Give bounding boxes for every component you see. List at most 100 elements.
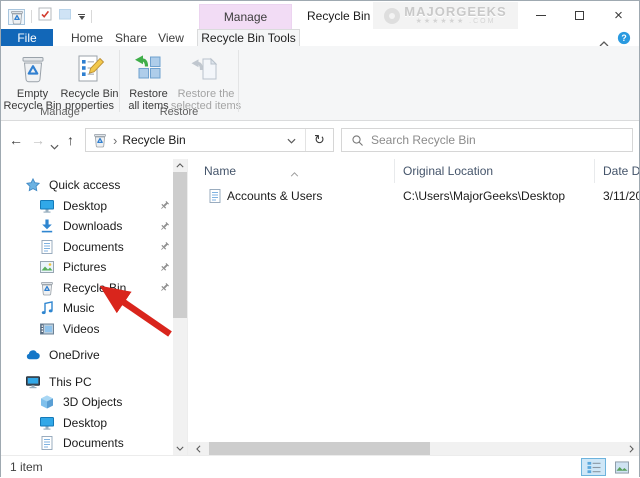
sidebar-item-downloads[interactable]: Downloads	[1, 216, 173, 237]
help-icon[interactable]: ?	[617, 31, 631, 45]
qat-new-folder-icon[interactable]	[58, 7, 72, 26]
onedrive-icon	[25, 347, 41, 363]
sidebar-item-documents-pc[interactable]: Documents	[1, 433, 173, 454]
minimize-button[interactable]	[521, 2, 560, 28]
sidebar-item-label: Music	[63, 301, 94, 315]
large-icons-view-icon	[614, 461, 630, 474]
sidebar-item-3d-objects[interactable]: 3D Objects	[1, 392, 173, 413]
tab-share[interactable]: Share	[111, 29, 151, 46]
scrollbar-thumb[interactable]	[209, 442, 430, 455]
tab-home[interactable]: Home	[63, 29, 111, 46]
qat-customize-dropdown[interactable]	[78, 14, 85, 20]
sidebar-item-quick-access[interactable]: Quick access	[1, 175, 173, 196]
column-header-name[interactable]: Name	[188, 159, 395, 183]
pin-icon	[159, 221, 170, 232]
pin-icon	[159, 241, 170, 252]
pin-icon	[159, 262, 170, 273]
maximize-button[interactable]	[560, 2, 599, 28]
empty-recycle-bin-icon	[17, 53, 49, 85]
this-pc-icon	[25, 374, 41, 390]
videos-icon	[39, 321, 55, 337]
quick-access-toolbar	[8, 7, 92, 26]
scroll-down-icon[interactable]	[173, 442, 187, 455]
window-title: Recycle Bin	[307, 9, 370, 23]
sidebar-item-label: Downloads	[63, 219, 122, 233]
breadcrumb[interactable]: › Recycle Bin	[86, 129, 305, 151]
column-header-date-deleted[interactable]: Date De	[595, 159, 639, 183]
button-label: Empty	[17, 88, 48, 100]
search-box[interactable]	[341, 128, 633, 152]
empty-recycle-bin-button[interactable]: Empty Recycle Bin	[5, 51, 60, 112]
sidebar-item-label: Recycle Bin	[63, 281, 126, 295]
desktop-icon	[39, 198, 55, 214]
window-controls: ×	[521, 2, 638, 28]
ribbon-group-label-restore: Restore	[119, 106, 239, 118]
watermark-subtext: ★★★★★★ .COM	[404, 18, 506, 26]
sidebar-item-label: OneDrive	[49, 348, 100, 362]
sidebar-item-recycle-bin[interactable]: Recycle Bin	[1, 278, 173, 299]
file-original-location: C:\Users\MajorGeeks\Desktop	[403, 189, 565, 203]
scroll-right-icon[interactable]	[624, 442, 639, 455]
sidebar-item-label: Desktop	[63, 199, 107, 213]
refresh-button[interactable]: ↻	[305, 129, 333, 151]
pictures-icon	[39, 259, 55, 275]
sidebar-item-label: Documents	[63, 240, 124, 254]
forward-button: →	[31, 132, 45, 148]
sidebar-item-onedrive[interactable]: OneDrive	[1, 345, 173, 366]
ribbon-group-separator	[119, 50, 120, 112]
close-icon: ×	[614, 8, 623, 23]
recycle-bin-properties-button[interactable]: Recycle Bin properties	[61, 51, 118, 112]
up-button[interactable]: ↑	[67, 132, 74, 148]
qat-separator	[91, 10, 92, 23]
downloads-icon	[39, 218, 55, 234]
majorgeeks-watermark: MAJORGEEKS ★★★★★★ .COM	[373, 2, 518, 29]
horizontal-scrollbar[interactable]	[188, 442, 639, 455]
sidebar-item-documents[interactable]: Documents	[1, 237, 173, 258]
breadcrumb-chevron-icon[interactable]: ›	[113, 133, 117, 148]
music-icon	[39, 300, 55, 316]
sidebar-item-music[interactable]: Music	[1, 298, 173, 319]
item-count: 1 item	[10, 460, 43, 474]
button-label: Recycle Bin	[60, 88, 118, 100]
contextual-tab-group-header[interactable]: Manage	[199, 4, 292, 29]
3d-objects-icon	[39, 394, 55, 410]
column-header-label: Original Location	[403, 164, 493, 178]
breadcrumb-location[interactable]: Recycle Bin	[122, 133, 185, 147]
file-row-accounts-users[interactable]: Accounts & Users C:\Users\MajorGeeks\Des…	[188, 186, 639, 206]
recent-locations-dropdown-icon[interactable]	[50, 137, 59, 155]
column-header-original-location[interactable]: Original Location	[395, 159, 595, 183]
close-button[interactable]: ×	[599, 2, 638, 28]
sidebar-item-this-pc[interactable]: This PC	[1, 372, 173, 393]
ribbon: Empty Recycle Bin Recycle Bin properties	[1, 46, 639, 121]
search-input[interactable]	[371, 133, 591, 147]
address-bar[interactable]: › Recycle Bin ↻	[85, 128, 334, 152]
sidebar-scrollbar[interactable]	[173, 159, 187, 455]
restore-all-items-button[interactable]: Restore all items	[123, 51, 174, 112]
tab-file[interactable]: File	[1, 29, 53, 46]
pin-icon	[159, 282, 170, 293]
large-icons-view-button[interactable]	[609, 458, 634, 476]
sidebar-item-label: Documents	[63, 436, 124, 450]
sidebar-item-pictures[interactable]: Pictures	[1, 257, 173, 278]
file-name[interactable]: Accounts & Users	[227, 189, 322, 203]
tab-recycle-bin-tools[interactable]: Recycle Bin Tools	[197, 29, 300, 46]
address-dropdown-icon[interactable]	[287, 133, 296, 147]
documents-icon	[39, 435, 55, 451]
scroll-up-icon[interactable]	[173, 159, 187, 172]
desktop-icon	[39, 415, 55, 431]
column-header-label: Name	[204, 164, 236, 178]
scroll-left-icon[interactable]	[190, 442, 206, 455]
restore-selected-items-button: Restore the selected items	[175, 51, 237, 112]
details-view-button[interactable]	[581, 458, 606, 476]
sidebar-item-desktop-pc[interactable]: Desktop	[1, 413, 173, 434]
back-button[interactable]: ←	[9, 132, 23, 148]
sidebar-item-desktop[interactable]: Desktop	[1, 196, 173, 217]
qat-properties-icon[interactable]	[38, 7, 52, 26]
sidebar-item-videos[interactable]: Videos	[1, 319, 173, 340]
main-area: Quick access Desktop Downloads Documents…	[1, 159, 639, 455]
button-label: Restore the	[178, 88, 235, 100]
sidebar-item-label: Desktop	[63, 416, 107, 430]
scrollbar-thumb[interactable]	[173, 172, 187, 318]
tab-view[interactable]: View	[151, 29, 191, 46]
ribbon-group-separator	[238, 50, 239, 112]
